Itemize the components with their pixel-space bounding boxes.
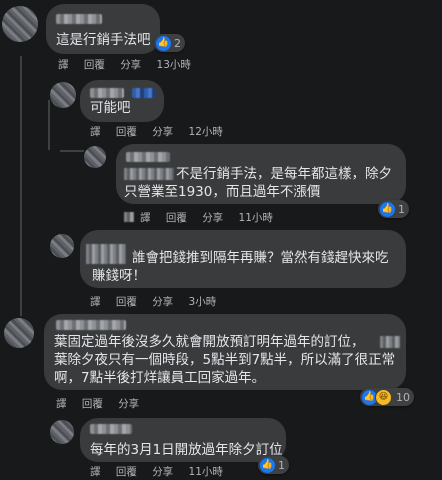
comment-actions: 譯 回覆 分享 3小時 <box>90 294 228 309</box>
redacted-text <box>124 168 174 180</box>
redacted-text <box>86 244 126 264</box>
reaction-summary[interactable]: 👍 1 <box>258 456 289 474</box>
share-button[interactable]: 分享 <box>202 212 223 224</box>
thread-line <box>60 150 84 152</box>
comment-text-line: 啊，7點半後打烊讓員工回家過年。 <box>54 370 266 386</box>
attachment-thumbnail[interactable] <box>124 212 134 222</box>
avatar[interactable] <box>84 146 106 168</box>
thread-line <box>48 100 50 150</box>
avatar[interactable] <box>50 420 74 444</box>
comment-actions: 譯 回覆 分享 11小時 <box>90 464 235 479</box>
translate-link[interactable]: 譯 <box>58 59 69 71</box>
timestamp[interactable]: 3小時 <box>189 296 217 308</box>
author-name[interactable] <box>90 424 132 434</box>
share-button[interactable]: 分享 <box>152 126 173 138</box>
share-button[interactable]: 分享 <box>152 296 173 308</box>
reaction-count: 1 <box>398 202 405 216</box>
avatar[interactable] <box>50 234 74 258</box>
thumbs-up-icon: 👍 <box>380 201 395 217</box>
reply-button[interactable]: 回覆 <box>116 126 137 138</box>
timestamp[interactable]: 12小時 <box>189 126 223 138</box>
translate-link[interactable]: 譯 <box>140 212 151 224</box>
comment-text-line: 葉固定過年後沒多久就會開放預訂明年過年的訂位， <box>54 334 365 350</box>
timestamp[interactable]: 13小時 <box>157 59 191 71</box>
reply-button[interactable]: 回覆 <box>166 212 187 224</box>
share-button[interactable]: 分享 <box>152 466 173 478</box>
comment-text-line: 賺錢呀！ <box>92 268 146 284</box>
thread-line <box>20 56 22 316</box>
translate-link[interactable]: 譯 <box>90 466 101 478</box>
reply-button[interactable]: 回覆 <box>116 296 137 308</box>
reaction-count: 1 <box>278 458 285 472</box>
comment-text-line: 葉除夕夜只有一個時段，5點半到7點半，所以滿了很正常 <box>54 352 396 368</box>
redacted-text <box>380 336 400 348</box>
translate-link[interactable]: 譯 <box>90 126 101 138</box>
reaction-summary[interactable]: 👍 😆 10 <box>360 388 414 406</box>
comment-actions: 譯 回覆 分享 12小時 <box>90 124 235 139</box>
avatar[interactable] <box>4 318 34 348</box>
comment-text-line: 誰會把錢推到隔年再賺？當然有錢趕快來吃 <box>132 250 389 266</box>
reply-button[interactable]: 回覆 <box>82 398 103 410</box>
share-button[interactable]: 分享 <box>118 398 139 410</box>
laugh-icon: 😆 <box>375 388 392 406</box>
reaction-summary[interactable]: 👍 2 <box>154 34 185 52</box>
thumbs-up-icon: 👍 <box>156 35 171 51</box>
comment-text-line: 每年的3月1日開放過年除夕訂位 <box>90 442 283 458</box>
comment-text-line: 可能吧 <box>90 100 131 116</box>
author-name[interactable] <box>56 14 102 24</box>
thumbs-up-icon: 👍 <box>260 457 275 473</box>
comment-text-line: 不是行銷手法，是每年都這樣，除夕 <box>176 166 392 182</box>
reply-button[interactable]: 回覆 <box>116 466 137 478</box>
comment-actions: 譯 回覆 分享 11小時 <box>140 210 285 225</box>
reaction-count: 10 <box>396 390 410 404</box>
avatar[interactable] <box>50 82 76 108</box>
timestamp[interactable]: 11小時 <box>239 212 273 224</box>
reaction-summary[interactable]: 👍 1 <box>378 200 409 218</box>
translate-link[interactable]: 譯 <box>56 398 67 410</box>
comment-text-line: 只營業至1930，而且過年不漲價 <box>124 184 321 200</box>
author-name[interactable] <box>56 320 126 330</box>
comment-actions: 譯 回覆 分享 13小時 <box>58 57 203 72</box>
author-name[interactable] <box>126 152 170 162</box>
share-button[interactable]: 分享 <box>120 59 141 71</box>
avatar[interactable] <box>2 6 38 42</box>
comment-text-line: 這是行銷手法吧 <box>56 32 151 48</box>
author-name[interactable] <box>90 88 124 98</box>
author-badge <box>132 88 156 98</box>
reaction-count: 2 <box>174 36 181 50</box>
translate-link[interactable]: 譯 <box>90 296 101 308</box>
reply-button[interactable]: 回覆 <box>84 59 105 71</box>
comment-actions: 譯 回覆 分享 <box>56 396 151 411</box>
timestamp[interactable]: 11小時 <box>189 466 223 478</box>
